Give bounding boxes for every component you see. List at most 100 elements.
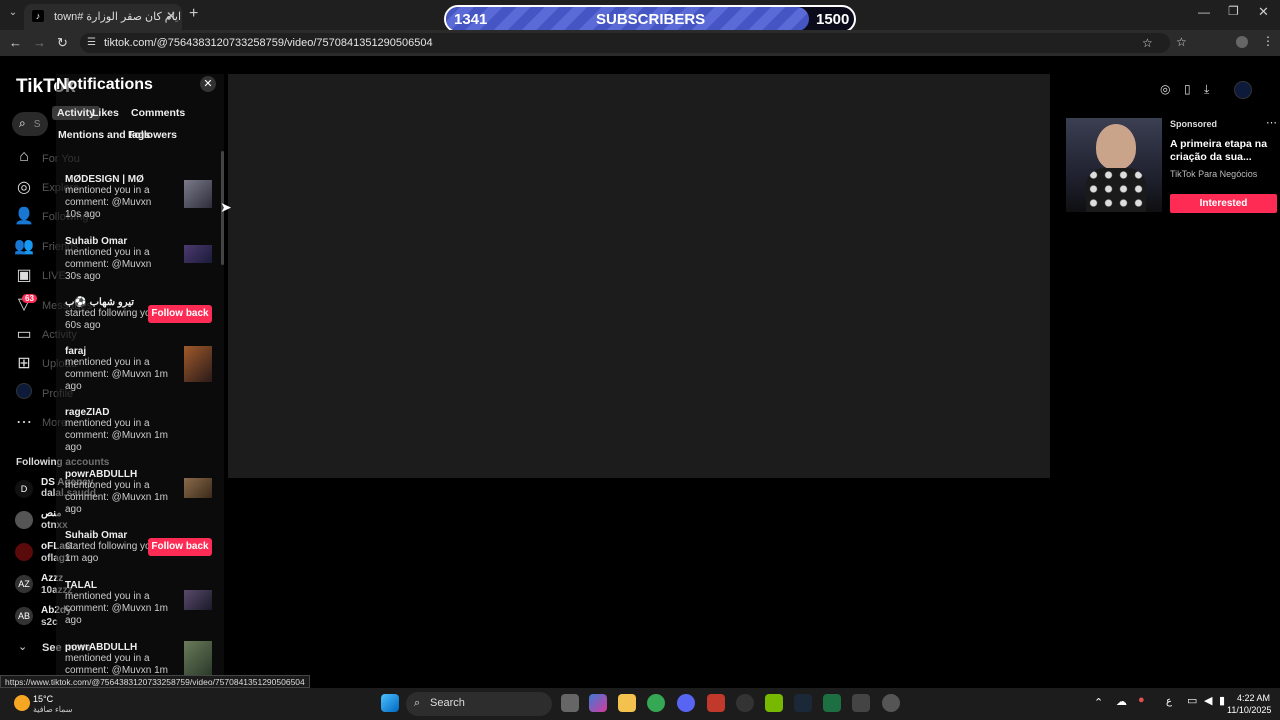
more-icon[interactable]: ⋯ xyxy=(14,412,34,432)
chevron-down-icon[interactable]: ⌄ xyxy=(18,640,27,653)
ad-person-image xyxy=(1096,124,1136,170)
tab-comments[interactable]: Comments xyxy=(131,107,185,119)
follow-back-button[interactable]: Follow back xyxy=(148,305,212,323)
app2-icon[interactable] xyxy=(882,694,900,712)
volume-icon[interactable]: ◀ xyxy=(1204,694,1212,707)
activity-icon[interactable]: ▭ xyxy=(14,324,34,344)
url-field[interactable]: ☰ tiktok.com/@7564383120733258759/video/… xyxy=(80,33,1170,53)
browser-menu-icon[interactable]: ⋮ xyxy=(1262,34,1274,48)
tab-likes[interactable]: Likes xyxy=(92,107,119,119)
profile-avatar-icon[interactable] xyxy=(1236,36,1248,48)
video-thumbnail[interactable] xyxy=(184,180,212,208)
upload-icon[interactable]: ⊞ xyxy=(14,353,34,373)
copilot-icon[interactable] xyxy=(589,694,607,712)
user-avatar[interactable] xyxy=(1234,81,1252,99)
taskbar: 15°C سماء صافية ⌕ Search ⌃ ☁ ● ع ▭ ◀ ▮ 4… xyxy=(0,688,1280,720)
weather-temp: 15°C xyxy=(33,694,54,704)
video-thumbnail[interactable] xyxy=(184,478,212,498)
avatar[interactable] xyxy=(15,511,33,529)
bookmark-star-icon[interactable]: ☆ xyxy=(1142,36,1153,50)
obs-icon[interactable] xyxy=(736,694,754,712)
compass-small-icon[interactable]: ◎ xyxy=(1160,82,1170,96)
download-icon[interactable]: ⤓ xyxy=(1204,82,1209,97)
notification-text: mentioned you in a comment: @Muvxn 30s a… xyxy=(65,247,152,282)
search-input[interactable]: S xyxy=(34,119,41,130)
tab-close-icon[interactable]: ✕ xyxy=(166,9,176,23)
language-indicator[interactable]: ع xyxy=(1166,696,1172,707)
subscriber-goal-bar: 1341 SUBSCRIBERS 1500 xyxy=(444,5,856,33)
video-thumbnail[interactable] xyxy=(184,346,212,382)
search-icon[interactable]: ⌕ S xyxy=(12,112,48,136)
following-icon[interactable]: 👤 xyxy=(14,206,34,226)
weather-icon[interactable] xyxy=(14,695,30,711)
onedrive-icon[interactable]: ☁ xyxy=(1116,695,1127,708)
profile-icon[interactable] xyxy=(14,383,34,403)
tiktok-page: ◎ ▯ ⤓ TikTok ⌕S ⌂ For You ◎ Explore 👤 Fo… xyxy=(0,56,1280,688)
ad-title[interactable]: A primeira etapa na criação da sua... xyxy=(1170,138,1275,164)
window-close-icon[interactable]: ✕ xyxy=(1258,4,1269,20)
compass-icon[interactable]: ◎ xyxy=(14,177,34,197)
subscriber-goal: 1500 xyxy=(816,11,850,28)
task-view-icon[interactable] xyxy=(561,694,579,712)
maximize-icon[interactable]: ❐ xyxy=(1228,4,1239,18)
interested-button[interactable]: Interested xyxy=(1170,194,1277,213)
battery-icon[interactable]: ▮ xyxy=(1219,694,1225,707)
list-item[interactable]: rageZIAD mentioned you in a comment: @Mu… xyxy=(65,407,225,454)
notification-text: mentioned you in a comment: @Muvxn 1m ag… xyxy=(65,418,168,453)
excel-icon[interactable] xyxy=(823,694,841,712)
tab-followers[interactable]: Followers xyxy=(128,129,177,141)
weather-desc: سماء صافية xyxy=(33,705,73,714)
device-icon[interactable]: ▯ xyxy=(1184,82,1191,96)
extensions-icon[interactable]: ☆ xyxy=(1176,35,1187,49)
live-icon[interactable]: ▣ xyxy=(14,265,34,285)
video-thumbnail[interactable] xyxy=(184,590,212,610)
ad-advertiser[interactable]: TikTok Para Negócios xyxy=(1170,169,1257,179)
chevron-up-icon[interactable]: ⌃ xyxy=(1094,696,1103,709)
tab-menu-icon[interactable]: ⌄ xyxy=(6,7,20,21)
clock-date[interactable]: 11/10/2025 xyxy=(1227,705,1271,715)
avatar[interactable]: AZ xyxy=(15,575,33,593)
back-icon[interactable]: ← xyxy=(9,35,22,50)
windows-start-icon[interactable] xyxy=(381,694,399,712)
browser-tab[interactable]: ♪ town# ايام كان صقر الوزارة ✕ xyxy=(24,4,182,30)
home-icon[interactable]: ⌂ xyxy=(14,148,34,168)
nvidia-icon[interactable] xyxy=(765,694,783,712)
notification-text: mentioned you in a comment: @Muvxn 1m ag… xyxy=(65,591,168,626)
notification-text: mentioned you in a comment: @Muvxn 1m ag… xyxy=(65,357,168,392)
avatar[interactable]: D xyxy=(15,480,33,498)
avatar[interactable]: AB xyxy=(15,607,33,625)
new-tab-button[interactable]: + xyxy=(189,5,198,23)
mic-icon[interactable]: ● xyxy=(1138,694,1145,706)
chrome-icon[interactable] xyxy=(647,694,665,712)
clock-time[interactable]: 4:22 AM xyxy=(1237,693,1270,703)
url-text: tiktok.com/@7564383120733258759/video/75… xyxy=(104,37,433,49)
reload-icon[interactable]: ↻ xyxy=(57,35,68,51)
friends-icon[interactable]: 👥 xyxy=(14,236,34,256)
site-info-icon[interactable]: ☰ xyxy=(87,37,96,48)
discord-icon[interactable] xyxy=(677,694,695,712)
video-thumbnail[interactable] xyxy=(184,245,212,263)
ad-more-icon[interactable]: ⋯ xyxy=(1266,116,1277,129)
subscriber-count: 1341 xyxy=(454,11,488,28)
sponsored-label: Sponsored xyxy=(1170,119,1218,129)
forward-icon[interactable]: → xyxy=(33,35,46,50)
network-icon[interactable]: ▭ xyxy=(1187,694,1197,707)
minimize-icon[interactable]: — xyxy=(1198,5,1210,19)
notification-text: mentioned you in a comment: @Muvxn 1m xyxy=(65,653,168,676)
notifications-title: Notifications xyxy=(56,76,153,93)
video-thumbnail[interactable] xyxy=(184,641,212,675)
search-icon: ⌕ xyxy=(414,697,421,709)
close-icon[interactable]: ✕ xyxy=(200,76,216,92)
app-icon[interactable] xyxy=(707,694,725,712)
tab-title: town# ايام كان صقر الوزارة xyxy=(54,11,182,23)
logitech-icon[interactable] xyxy=(852,694,870,712)
file-explorer-icon[interactable] xyxy=(618,694,636,712)
address-bar-row: ← → ↻ ☰ tiktok.com/@7564383120733258759/… xyxy=(0,30,1280,56)
avatar[interactable] xyxy=(15,543,33,561)
video-player[interactable] xyxy=(228,74,1050,478)
taskbar-search[interactable]: ⌕ Search xyxy=(406,692,552,716)
follow-back-button[interactable]: Follow back xyxy=(148,538,212,556)
steam-icon[interactable] xyxy=(794,694,812,712)
notification-name[interactable]: rageZIAD xyxy=(65,407,225,418)
taskbar-search-label: Search xyxy=(430,697,465,709)
